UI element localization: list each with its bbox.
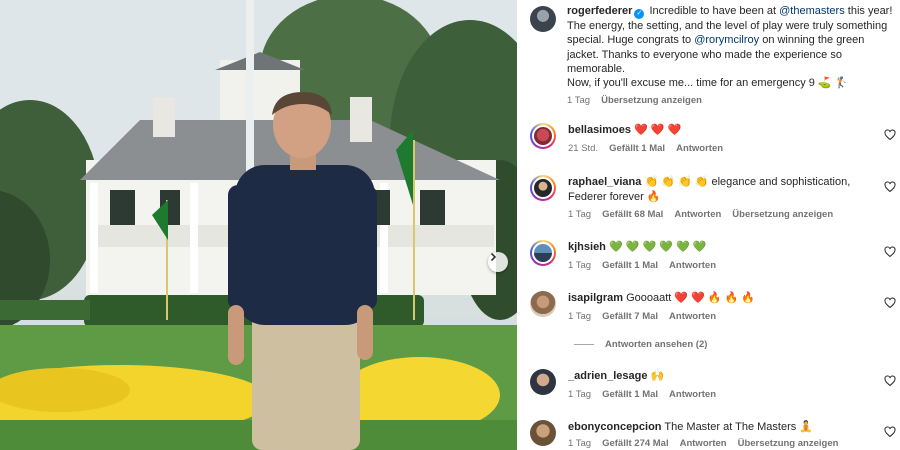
heart-outline-icon[interactable] bbox=[884, 129, 896, 141]
heart-outline-icon[interactable] bbox=[884, 426, 896, 438]
likes-count[interactable]: Gefällt 1 Mal bbox=[602, 260, 658, 271]
comment-text: ❤️ ❤️ ❤️ bbox=[634, 124, 682, 136]
likes-count[interactable]: Gefällt 1 Mal bbox=[602, 389, 658, 400]
reply-button[interactable]: Antworten bbox=[680, 438, 727, 449]
comment-time[interactable]: 1 Tag bbox=[568, 389, 591, 400]
caption-text: Now, if you'll excuse me... time for an … bbox=[567, 76, 849, 89]
comment-text: 💚 💚 💚 💚 💚 💚 bbox=[608, 241, 707, 253]
mention-link[interactable]: @rorymcilroy bbox=[694, 34, 759, 46]
comment-username[interactable]: ebonyconcepcion bbox=[568, 421, 662, 433]
comment-body: _adrien_lesage 🙌 1 Tag Gefällt 1 Mal Antwo… bbox=[568, 369, 868, 402]
comment-text: The Master at The Masters 🧘 bbox=[664, 421, 813, 433]
comment-time[interactable]: 1 Tag bbox=[568, 438, 591, 449]
comment-body: isapilgram Goooaatt ❤️ ❤️ 🔥 🔥 🔥 1 Tag Gef… bbox=[568, 291, 868, 324]
mention-link[interactable]: @themasters bbox=[779, 5, 845, 17]
comment-time[interactable]: 21 Std. bbox=[568, 143, 598, 154]
comment-username[interactable]: raphael_viana bbox=[568, 176, 641, 188]
translate-button[interactable]: Übersetzung anzeigen bbox=[738, 438, 839, 449]
comment-text: 🙌 bbox=[650, 370, 665, 382]
view-replies-label: Antworten ansehen (2) bbox=[605, 339, 708, 350]
reply-button[interactable]: Antworten bbox=[676, 143, 723, 154]
heart-outline-icon[interactable] bbox=[884, 246, 896, 258]
comment-time[interactable]: 1 Tag bbox=[568, 209, 591, 220]
avatar[interactable] bbox=[530, 123, 556, 149]
caption-body: rogerfederer ✓ Incredible to have been at… bbox=[567, 4, 897, 108]
avatar[interactable] bbox=[530, 420, 556, 446]
heart-outline-icon[interactable] bbox=[884, 181, 896, 193]
divider bbox=[574, 344, 594, 345]
comment-time[interactable]: 1 Tag bbox=[568, 311, 591, 322]
post-meta: 1 Tag Übersetzung anzeigen bbox=[567, 94, 897, 108]
heart-outline-icon[interactable] bbox=[884, 297, 896, 309]
comment-body: kjhsieh 💚 💚 💚 💚 💚 💚 1 Tag Gefällt 1 Mal An… bbox=[568, 240, 868, 273]
avatar[interactable] bbox=[530, 175, 556, 201]
next-photo-button[interactable] bbox=[488, 252, 508, 272]
comment-time[interactable]: 1 Tag bbox=[568, 260, 591, 271]
post-username[interactable]: rogerfederer bbox=[567, 5, 632, 17]
comment-body: raphael_viana 👏 👏 👏 👏 elegance and sophi… bbox=[568, 175, 868, 223]
likes-count[interactable]: Gefällt 7 Mal bbox=[602, 311, 658, 322]
reply-button[interactable]: Antworten bbox=[674, 209, 721, 220]
comment-meta: 1 Tag Gefällt 7 Mal Antworten bbox=[568, 310, 868, 325]
photo-scene bbox=[0, 0, 517, 450]
chevron-right-icon bbox=[490, 252, 497, 262]
avatar[interactable] bbox=[530, 240, 556, 266]
reply-button[interactable]: Antworten bbox=[669, 260, 716, 271]
reply-button[interactable]: Antworten bbox=[669, 311, 716, 322]
avatar[interactable] bbox=[530, 6, 556, 32]
comment-meta: 1 Tag Gefällt 68 Mal Antworten Übersetzung … bbox=[568, 208, 868, 223]
post-photo bbox=[0, 0, 517, 450]
comment-username[interactable]: bellasimoes bbox=[568, 124, 631, 136]
comment-body: ebonyconcepcion The Master at The Master… bbox=[568, 420, 868, 450]
comment-meta: 1 Tag Gefällt 1 Mal Antworten bbox=[568, 259, 868, 274]
translate-button[interactable]: Übersetzung anzeigen bbox=[732, 209, 833, 220]
translate-button[interactable]: Übersetzung anzeigen bbox=[601, 95, 702, 106]
comment-username[interactable]: isapilgram bbox=[568, 292, 623, 304]
verified-badge-icon: ✓ bbox=[634, 9, 645, 20]
avatar[interactable] bbox=[530, 291, 556, 317]
comment-meta: 1 Tag Gefällt 1 Mal Antworten bbox=[568, 388, 868, 403]
likes-count[interactable]: Gefällt 274 Mal bbox=[602, 438, 669, 449]
comment-text: Goooaatt ❤️ ❤️ 🔥 🔥 🔥 bbox=[626, 292, 756, 304]
reply-button[interactable]: Antworten bbox=[669, 389, 716, 400]
likes-count[interactable]: Gefällt 68 Mal bbox=[602, 209, 663, 220]
comment-username[interactable]: _adrien_lesage bbox=[568, 370, 648, 382]
comment-meta: 1 Tag Gefällt 274 Mal Antworten Übersetzung… bbox=[568, 437, 868, 450]
comments-panel: rogerfederer ✓ Incredible to have been at… bbox=[517, 0, 900, 450]
comment-body: bellasimoes ❤️ ❤️ ❤️ 21 Std. Gefällt 1 Ma… bbox=[568, 123, 868, 156]
avatar[interactable] bbox=[530, 369, 556, 395]
comment-username[interactable]: kjhsieh bbox=[568, 241, 606, 253]
heart-outline-icon[interactable] bbox=[884, 375, 896, 387]
caption-text: Incredible to have been at bbox=[649, 5, 780, 17]
likes-count[interactable]: Gefällt 1 Mal bbox=[609, 143, 665, 154]
view-replies-button[interactable]: Antworten ansehen (2) bbox=[574, 339, 707, 350]
post-time[interactable]: 1 Tag bbox=[567, 95, 590, 106]
comment-meta: 21 Std. Gefällt 1 Mal Antworten bbox=[568, 142, 868, 157]
